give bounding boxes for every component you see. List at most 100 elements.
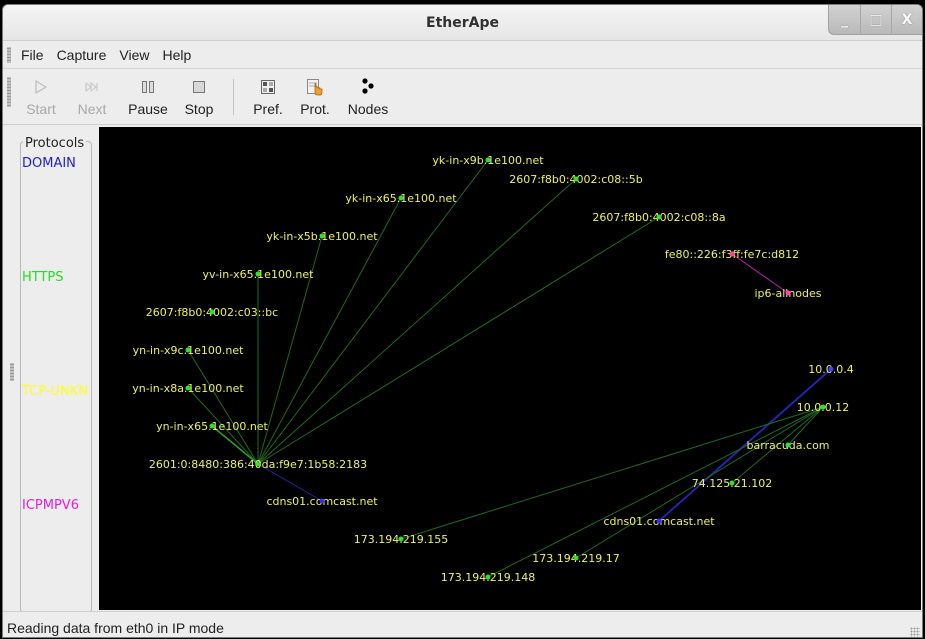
graph-node[interactable]: yn-in-x8a.1e100.net [132,382,244,395]
node-dot[interactable] [573,176,579,182]
graph-node[interactable]: 2601:0:8480:386:40da:f9e7:1b58:2183 [149,458,367,471]
toolbar: Start Next Pause Stop Pref. Prot. Nodes [3,69,922,125]
links-layer [187,159,832,578]
menubar-grip-handle[interactable] [7,47,11,63]
node-dot[interactable] [785,290,791,296]
window-controls: _ □ X [828,5,922,35]
node-dot[interactable] [255,271,261,277]
graph-node[interactable]: yn-in-x9c.1e100.net [133,344,244,357]
graph-node[interactable]: 10.0.0.4 [808,363,853,376]
graph-node[interactable]: yn-in-x65.1e100.net [156,420,268,433]
network-graph-canvas[interactable]: yk-in-x9b.1e100.net2607:f8b0:4002:c08::5… [99,127,921,610]
resize-grip-handle[interactable] [910,627,920,637]
node-dot[interactable] [209,423,215,429]
node-dot[interactable] [319,498,325,504]
protocols-button[interactable]: Prot. [292,69,338,125]
etherape-window: EtherApe _ □ X File Capture View Help St… [2,4,923,638]
window-title: EtherApe [426,15,499,31]
node-dot[interactable] [485,574,491,580]
graph-node[interactable]: barracuda.com [746,439,829,452]
graph-link-https [187,349,259,465]
node-dot[interactable] [729,251,735,257]
status-text: Reading data from eth0 in IP mode [7,620,224,636]
node-dot[interactable] [398,195,404,201]
start-label: Start [26,101,56,117]
graph-node[interactable]: 2607:f8b0:4002:c08::8a [592,211,725,224]
graph-node[interactable]: yk-in-x65.1e100.net [345,192,457,205]
close-button[interactable]: X [891,5,922,35]
protocols-panel [20,141,92,613]
stop-icon [191,77,207,97]
node-dot[interactable] [185,385,191,391]
graph-link-https [257,216,660,465]
minimize-button[interactable]: _ [829,5,860,35]
protocol-item-https: HTTPS [22,270,64,285]
nodes-button[interactable]: Nodes [340,69,396,125]
graph-node[interactable]: 173.194.219.155 [354,533,448,546]
node-dot[interactable] [209,309,215,315]
maximize-button[interactable]: □ [860,5,891,35]
node-dot[interactable] [820,404,826,410]
stop-button[interactable]: Stop [177,69,221,125]
graph-node[interactable]: yv-in-x65.1e100.net [202,268,314,281]
node-dot[interactable] [656,214,662,220]
next-button[interactable]: Next [65,69,119,125]
pause-button[interactable]: Pause [121,69,175,125]
node-dot[interactable] [828,366,834,372]
menu-bar: File Capture View Help [3,41,922,69]
protocols-title: Protocols [23,136,87,151]
nodes-icon [360,77,376,97]
play-icon [33,77,49,97]
stop-label: Stop [184,101,214,117]
graph-node[interactable]: ip6-allnodes [754,287,821,300]
pane-divider-handle[interactable] [10,363,14,381]
protocol-item-tcp-unknown: TCP-UNKN [22,384,88,399]
graph-link-https [257,159,489,465]
node-dot[interactable] [485,157,491,163]
graph-link-https [257,178,577,465]
skip-forward-icon [84,77,100,97]
maximize-icon: □ [869,12,883,28]
toolbar-grip-handle[interactable] [7,77,11,107]
title-bar[interactable]: EtherApe _ □ X [3,5,922,41]
graph-node[interactable]: cdns01.comcast.net [603,515,715,528]
protocol-item-icmpv6: ICPMPV6 [22,498,79,513]
protocol-item-domain: DOMAIN [22,156,76,171]
network-graph: yk-in-x9b.1e100.net2607:f8b0:4002:c08::5… [132,154,854,584]
menu-help[interactable]: Help [162,47,191,63]
next-label: Next [77,101,107,117]
graph-node[interactable]: 2607:f8b0:4002:c08::5b [509,173,642,186]
menu-capture[interactable]: Capture [57,47,107,63]
preferences-button[interactable]: Pref. [246,69,290,125]
node-dot[interactable] [785,442,791,448]
nodes-layer: yk-in-x9b.1e100.net2607:f8b0:4002:c08::5… [132,154,854,584]
graph-node[interactable]: yk-in-x9b.1e100.net [432,154,544,167]
toolbar-separator [233,79,234,115]
pref-label: Pref. [253,101,283,117]
graph-node[interactable]: fe80::226:f3ff:fe7c:d812 [665,248,799,261]
menu-view[interactable]: View [119,47,149,63]
start-button[interactable]: Start [19,69,63,125]
node-dot[interactable] [398,536,404,542]
node-dot[interactable] [573,555,579,561]
graph-node[interactable]: 2607:f8b0:4002:c03::bc [146,306,278,319]
close-icon: X [901,12,913,28]
node-dot[interactable] [255,461,261,467]
pause-icon [140,77,156,97]
graph-node[interactable]: 173.194.219.17 [532,552,619,565]
graph-node[interactable]: 173.194.219.148 [441,571,535,584]
graph-node[interactable]: cdns01.comcast.net [266,495,378,508]
graph-node[interactable]: 10.0.0.12 [797,401,849,414]
node-dot[interactable] [729,480,735,486]
preferences-icon [260,77,276,97]
graph-node[interactable]: 74.125.21.102 [692,477,772,490]
node-dot[interactable] [319,233,325,239]
pause-label: Pause [128,101,168,117]
nodes-label: Nodes [347,101,389,117]
node-dot[interactable] [185,347,191,353]
menu-file[interactable]: File [21,47,44,63]
prot-label: Prot. [300,101,330,117]
graph-node[interactable]: yk-in-x5b.1e100.net [266,230,378,243]
protocols-icon [306,77,324,97]
node-dot[interactable] [656,518,662,524]
